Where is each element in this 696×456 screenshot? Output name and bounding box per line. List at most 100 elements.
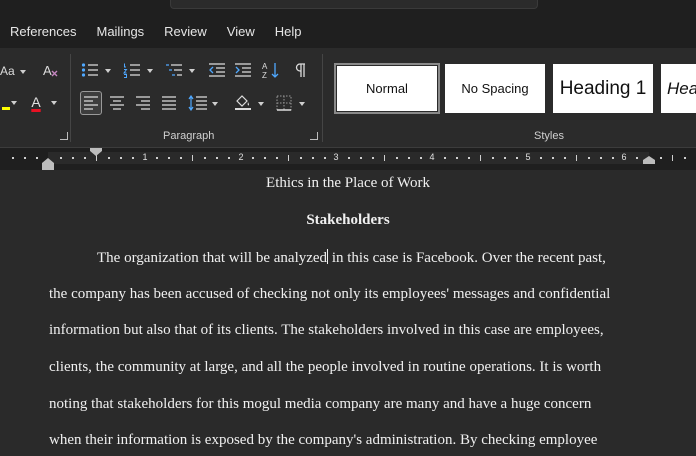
paragraph-line: the company has been accused of checking…	[49, 286, 611, 302]
align-right-icon	[136, 96, 150, 110]
ruler-tick	[156, 157, 158, 159]
ruler-tick	[180, 157, 182, 159]
align-center-icon	[110, 96, 124, 110]
ruler-half-tick	[480, 155, 481, 161]
ruler-tick	[564, 157, 566, 159]
ruler-half-tick	[192, 155, 193, 161]
borders-icon	[276, 95, 292, 111]
search-box[interactable]	[170, 0, 538, 9]
paragraph-line: clients, the community at large, and all…	[49, 359, 602, 375]
ruler-tick	[84, 157, 86, 159]
left-indent-marker[interactable]	[42, 158, 54, 170]
ruler-number: 2	[238, 152, 244, 162]
font-dialog-launcher[interactable]	[60, 132, 68, 140]
ruler-tick	[228, 157, 230, 159]
line-spacing-button[interactable]	[187, 92, 209, 114]
tab-references[interactable]: References	[0, 14, 86, 48]
ruler-half-tick	[384, 155, 385, 161]
style-normal[interactable]: Normal	[334, 63, 440, 114]
right-indent-marker[interactable]	[643, 156, 655, 164]
ruler-tick	[360, 157, 362, 159]
sort-icon: A Z	[262, 62, 279, 79]
style-no-spacing[interactable]: No Spacing	[445, 64, 545, 113]
bullets-button[interactable]	[80, 59, 100, 81]
ruler-tick	[600, 157, 602, 159]
menu-bar: References Mailings Review View Help	[0, 14, 696, 48]
ruler-tick	[276, 157, 278, 159]
increase-indent-icon	[235, 63, 251, 77]
tab-view[interactable]: View	[217, 14, 265, 48]
first-line-indent-marker[interactable]	[90, 148, 102, 156]
chevron-down-icon	[212, 102, 218, 106]
align-left-icon	[84, 96, 98, 110]
tab-help[interactable]: Help	[265, 14, 312, 48]
ruler-tick	[348, 157, 350, 159]
paragraph-line: The organization that will be analyzed i…	[97, 249, 606, 267]
paint-bucket-icon	[235, 95, 251, 110]
paragraph-dialog-launcher[interactable]	[310, 132, 318, 140]
ruler-tick	[396, 157, 398, 159]
increase-indent-button[interactable]	[232, 59, 254, 81]
ruler-tick	[516, 157, 518, 159]
paragraph-line: when their information is exposed by the…	[49, 432, 598, 448]
ruler-tick	[24, 157, 26, 159]
ruler-tick	[120, 157, 122, 159]
chevron-down-icon	[11, 101, 17, 105]
borders-button[interactable]	[273, 92, 295, 114]
paragraph-group-label: Paragraph	[163, 130, 215, 142]
ruler-tick	[636, 157, 638, 159]
ruler-tick	[72, 157, 74, 159]
decrease-indent-button[interactable]	[206, 59, 228, 81]
sort-button[interactable]: A Z	[260, 59, 282, 81]
style-heading-2[interactable]: Hea	[661, 64, 696, 113]
ruler-tick	[204, 157, 206, 159]
align-left-button[interactable]	[80, 91, 102, 115]
paragraph-line-start: The organization that will be analyzed	[97, 250, 328, 266]
tab-review[interactable]: Review	[154, 14, 217, 48]
chevron-down-icon	[20, 70, 26, 74]
justify-icon	[162, 96, 176, 110]
clear-formatting-button[interactable]: A	[40, 59, 62, 81]
ruler-tick	[36, 157, 38, 159]
chevron-down-icon	[299, 102, 305, 106]
bullets-icon	[81, 63, 98, 77]
show-formatting-marks-button[interactable]	[290, 59, 312, 81]
ruler-tick	[660, 157, 662, 159]
numbering-icon	[123, 63, 140, 78]
ruler-half-tick	[288, 155, 289, 161]
chevron-down-icon	[258, 102, 264, 106]
style-heading-1-label: Heading 1	[559, 77, 647, 99]
ruler-tick	[12, 157, 14, 159]
ruler-tick	[420, 157, 422, 159]
line-spacing-icon	[188, 95, 207, 111]
align-right-button[interactable]	[133, 92, 153, 114]
tab-mailings[interactable]: Mailings	[86, 14, 154, 48]
multilevel-list-button[interactable]	[164, 59, 184, 81]
chevron-down-icon	[51, 101, 57, 105]
paragraph-line: noting that stakeholders for this mogul …	[49, 396, 592, 412]
svg-text:A: A	[43, 63, 52, 78]
section-heading: Stakeholders	[306, 212, 390, 228]
ruler-number: 4	[429, 152, 435, 162]
ruler-half-tick	[672, 155, 673, 161]
paragraph-line: information but also that of its clients…	[49, 322, 604, 338]
multilevel-list-icon	[166, 64, 182, 76]
ruler-tick	[264, 157, 266, 159]
ruler-tick	[168, 157, 170, 159]
styles-group-label: Styles	[534, 130, 564, 142]
style-no-spacing-label: No Spacing	[461, 81, 529, 96]
shading-button[interactable]	[232, 91, 254, 113]
ruler-tick	[216, 157, 218, 159]
font-color-button[interactable]: A	[26, 91, 46, 113]
ruler-tick	[324, 157, 326, 159]
style-heading-1[interactable]: Heading 1	[553, 64, 653, 113]
ruler-tick	[108, 157, 110, 159]
ruler-tick	[468, 157, 470, 159]
ruler-number: 5	[525, 152, 531, 162]
numbering-button[interactable]	[122, 59, 142, 81]
ruler-tick	[408, 157, 410, 159]
justify-button[interactable]	[159, 92, 179, 114]
document-title: Ethics in the Place of Work	[266, 175, 430, 191]
ruler-tick	[60, 157, 62, 159]
align-center-button[interactable]	[107, 92, 127, 114]
